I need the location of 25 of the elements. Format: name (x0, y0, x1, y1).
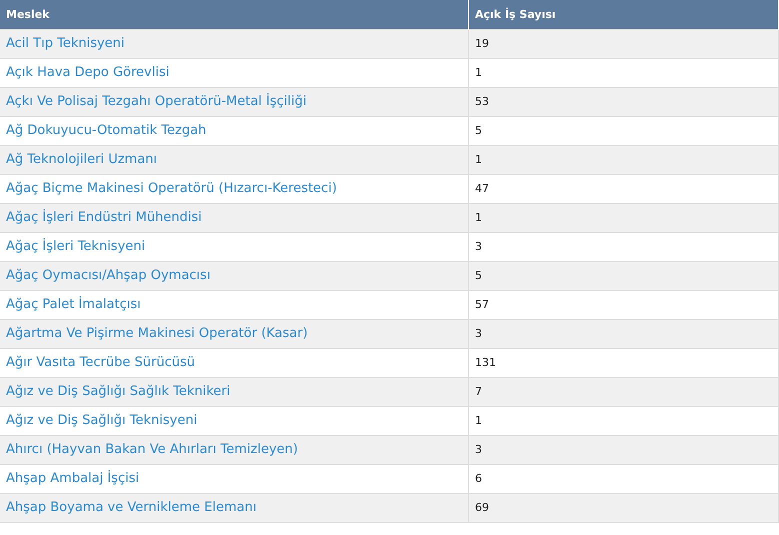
table-cell: 1 (468, 145, 778, 174)
table-cell: 3 (468, 435, 778, 464)
table-cell: 47 (468, 174, 778, 203)
occupation-link[interactable]: Ağaç Palet İmalatçısı (6, 297, 141, 312)
column-header: Açık İş Sayısı (468, 0, 778, 29)
table-cell: 131 (468, 348, 778, 377)
table-cell: 3 (468, 319, 778, 348)
occupation-link[interactable]: Açık Hava Depo Görevlisi (6, 65, 170, 80)
table-cell: 5 (468, 261, 778, 290)
column-header: Meslek (0, 0, 468, 29)
table-cell: 1 (468, 406, 778, 435)
table-cell: 1 (468, 203, 778, 232)
table-cell: 5 (468, 116, 778, 145)
table-cell: 3 (468, 232, 778, 261)
occupation-link[interactable]: Ahşap Ambalaj İşçisi (6, 471, 140, 486)
table-cell: 6 (468, 464, 778, 493)
table-cell: 57 (468, 290, 778, 319)
table-cell: 53 (468, 87, 778, 116)
occupation-link[interactable]: Acil Tıp Teknisyeni (6, 36, 125, 51)
table-cell: 7 (468, 377, 778, 406)
occupation-link[interactable]: Ağ Teknolojileri Uzmanı (6, 152, 158, 167)
occupation-link[interactable]: Ağaç İşleri Teknisyeni (6, 239, 146, 254)
table-cell: 19 (468, 29, 778, 58)
table-cell: 1 (468, 58, 778, 87)
table-cell: 69 (468, 493, 778, 522)
